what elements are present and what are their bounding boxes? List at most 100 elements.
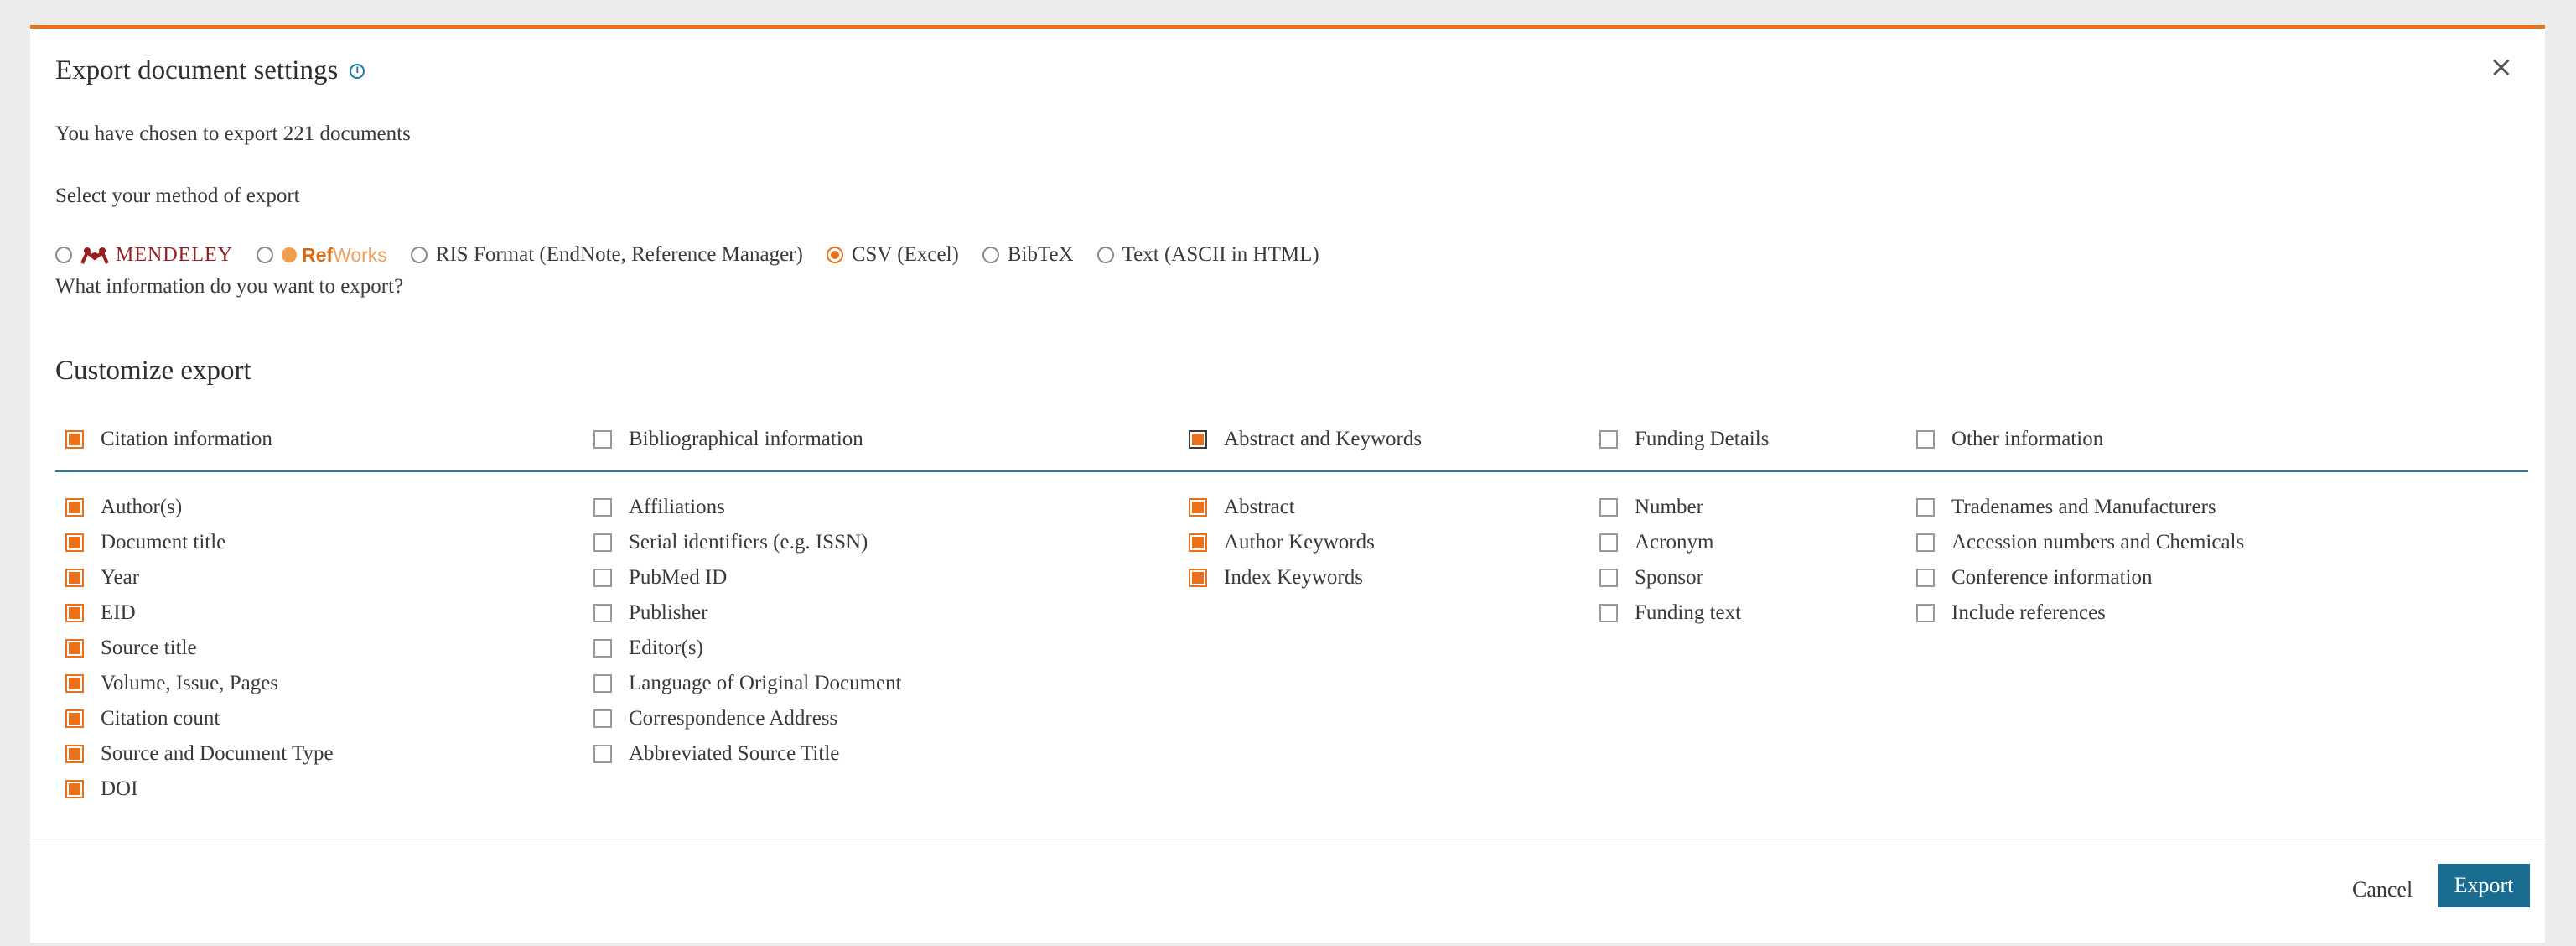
export-button[interactable]: Export [2438, 864, 2530, 907]
checkbox[interactable] [1916, 498, 1935, 517]
method-bibtex-label: BibTeX [1007, 243, 1074, 266]
close-icon[interactable]: × [2490, 50, 2514, 84]
header-other-information[interactable]: Other information [1916, 428, 2103, 451]
option-editors[interactable]: Editor(s) [593, 631, 902, 666]
checkbox[interactable] [65, 745, 84, 763]
checkbox-bibliographical-information[interactable] [593, 430, 612, 449]
option-serial-identifiers[interactable]: Serial identifiers (e.g. ISSN) [593, 525, 902, 560]
dialog-title: Export document settings [55, 55, 339, 86]
option-label: Document title [101, 531, 226, 554]
option-sponsor[interactable]: Sponsor [1599, 560, 1741, 595]
method-ris[interactable]: RIS Format (EndNote, Reference Manager) [410, 243, 803, 267]
option-conference-information[interactable]: Conference information [1916, 560, 2244, 595]
checkbox[interactable] [65, 674, 84, 693]
checkbox[interactable] [65, 569, 84, 587]
header-funding-details[interactable]: Funding Details [1599, 428, 1769, 451]
option-label: Affiliations [629, 496, 725, 518]
checkbox[interactable] [1599, 498, 1618, 517]
radio-csv[interactable] [826, 247, 843, 263]
checkbox[interactable] [65, 639, 84, 658]
checkbox[interactable] [593, 533, 612, 552]
option-label: Tradenames and Manufacturers [1951, 496, 2216, 518]
checkbox[interactable] [593, 674, 612, 693]
checkbox[interactable] [65, 604, 84, 622]
method-bibtex[interactable]: BibTeX [982, 243, 1074, 267]
option-acronym[interactable]: Acronym [1599, 525, 1741, 560]
option-label: Volume, Issue, Pages [101, 672, 279, 694]
radio-mendeley[interactable] [55, 247, 72, 263]
columns-divider [55, 470, 2528, 472]
checkbox[interactable] [593, 710, 612, 728]
checkbox[interactable] [1916, 604, 1935, 622]
option-funding-text[interactable]: Funding text [1599, 595, 1741, 631]
checkbox-other-information[interactable] [1916, 430, 1935, 449]
option-label: Include references [1951, 601, 2106, 624]
option-label: Number [1635, 496, 1703, 518]
checkbox[interactable] [593, 604, 612, 622]
checkbox[interactable] [1599, 604, 1618, 622]
checkbox[interactable] [593, 569, 612, 587]
checkbox[interactable] [65, 533, 84, 552]
option-authors[interactable]: Author(s) [65, 490, 334, 525]
option-label: DOI [101, 777, 138, 800]
option-source-title[interactable]: Source title [65, 631, 334, 666]
option-number[interactable]: Number [1599, 490, 1741, 525]
radio-bibtex[interactable] [982, 247, 999, 263]
option-index-keywords[interactable]: Index Keywords [1189, 560, 1375, 595]
checkbox[interactable] [1189, 498, 1207, 517]
method-refworks[interactable]: Ref Works [256, 244, 387, 267]
option-affiliations[interactable]: Affiliations [593, 490, 902, 525]
option-document-title[interactable]: Document title [65, 525, 334, 560]
option-author-keywords[interactable]: Author Keywords [1189, 525, 1375, 560]
radio-ris[interactable] [410, 247, 428, 263]
option-doi[interactable]: DOI [65, 772, 334, 807]
option-pubmed-id[interactable]: PubMed ID [593, 560, 902, 595]
method-text[interactable]: Text (ASCII in HTML) [1096, 243, 1319, 267]
checkbox[interactable] [1599, 533, 1618, 552]
option-label: Accession numbers and Chemicals [1951, 531, 2245, 554]
option-volume-issue-pages[interactable]: Volume, Issue, Pages [65, 666, 334, 701]
option-accession-numbers[interactable]: Accession numbers and Chemicals [1916, 525, 2244, 560]
checkbox-citation-information[interactable] [65, 430, 84, 449]
select-method-label: Select your method of export [55, 185, 300, 207]
option-correspondence-address[interactable]: Correspondence Address [593, 701, 902, 736]
checkbox[interactable] [65, 498, 84, 517]
checkbox[interactable] [1189, 569, 1207, 587]
checkbox[interactable] [1916, 533, 1935, 552]
option-tradenames[interactable]: Tradenames and Manufacturers [1916, 490, 2244, 525]
header-label: Abstract and Keywords [1224, 428, 1423, 450]
info-icon[interactable] [350, 62, 365, 79]
checkbox[interactable] [1189, 533, 1207, 552]
cancel-button[interactable]: Cancel [2352, 877, 2413, 902]
header-label: Funding Details [1635, 428, 1770, 450]
option-publisher[interactable]: Publisher [593, 595, 902, 631]
checkbox[interactable] [1916, 569, 1935, 587]
checkbox[interactable] [593, 745, 612, 763]
option-abstract[interactable]: Abstract [1189, 490, 1375, 525]
option-citation-count[interactable]: Citation count [65, 701, 334, 736]
checkbox-funding-details[interactable] [1599, 430, 1618, 449]
header-citation-information[interactable]: Citation information [65, 428, 272, 451]
option-year[interactable]: Year [65, 560, 334, 595]
radio-refworks[interactable] [256, 247, 273, 263]
checkbox-abstract-and-keywords[interactable] [1189, 430, 1207, 449]
option-include-references[interactable]: Include references [1916, 595, 2244, 631]
option-label: Index Keywords [1224, 566, 1363, 589]
option-label: Language of Original Document [629, 672, 902, 694]
what-info-label: What information do you want to export? [55, 275, 404, 298]
header-bibliographical-information[interactable]: Bibliographical information [593, 428, 863, 451]
header-abstract-and-keywords[interactable]: Abstract and Keywords [1189, 428, 1422, 451]
header-label: Citation information [101, 428, 272, 450]
method-csv[interactable]: CSV (Excel) [826, 243, 959, 267]
checkbox[interactable] [1599, 569, 1618, 587]
checkbox[interactable] [593, 639, 612, 658]
checkbox[interactable] [593, 498, 612, 517]
option-source-and-document-type[interactable]: Source and Document Type [65, 736, 334, 772]
method-mendeley[interactable]: MENDELEY [55, 244, 233, 267]
option-abbreviated-source-title[interactable]: Abbreviated Source Title [593, 736, 902, 772]
radio-text[interactable] [1096, 247, 1114, 263]
option-language[interactable]: Language of Original Document [593, 666, 902, 701]
checkbox[interactable] [65, 780, 84, 798]
checkbox[interactable] [65, 710, 84, 728]
option-eid[interactable]: EID [65, 595, 334, 631]
